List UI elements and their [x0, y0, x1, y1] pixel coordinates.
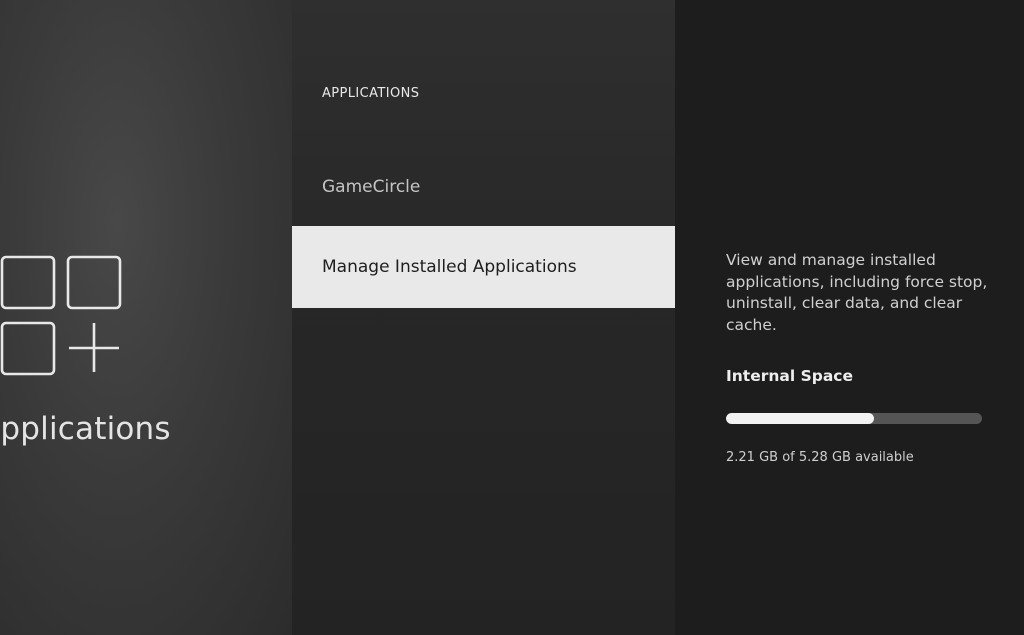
category-pane: Applications	[0, 0, 292, 635]
storage-progress-bar	[726, 413, 982, 424]
apps-grid-plus-icon	[0, 254, 124, 378]
storage-available-text: 2.21 GB of 5.28 GB available	[726, 450, 914, 465]
detail-description: View and manage installed applications, …	[726, 251, 988, 334]
menu-pane: APPLICATIONS GameCircle Manage Installed…	[292, 0, 675, 635]
settings-screen: Applications APPLICATIONS GameCircle Man…	[0, 0, 1024, 635]
category-title: Applications	[0, 411, 171, 447]
menu-item-gamecircle[interactable]: GameCircle	[292, 146, 675, 228]
menu-item-label: Manage Installed Applications	[322, 257, 577, 277]
storage-title: Internal Space	[726, 367, 853, 385]
section-header: APPLICATIONS	[322, 86, 420, 101]
storage-progress-fill	[726, 413, 875, 424]
menu-item-label: GameCircle	[322, 177, 421, 197]
detail-pane: View and manage installed applications, …	[675, 0, 1024, 635]
menu-item-manage-installed-applications[interactable]: Manage Installed Applications	[292, 226, 675, 308]
